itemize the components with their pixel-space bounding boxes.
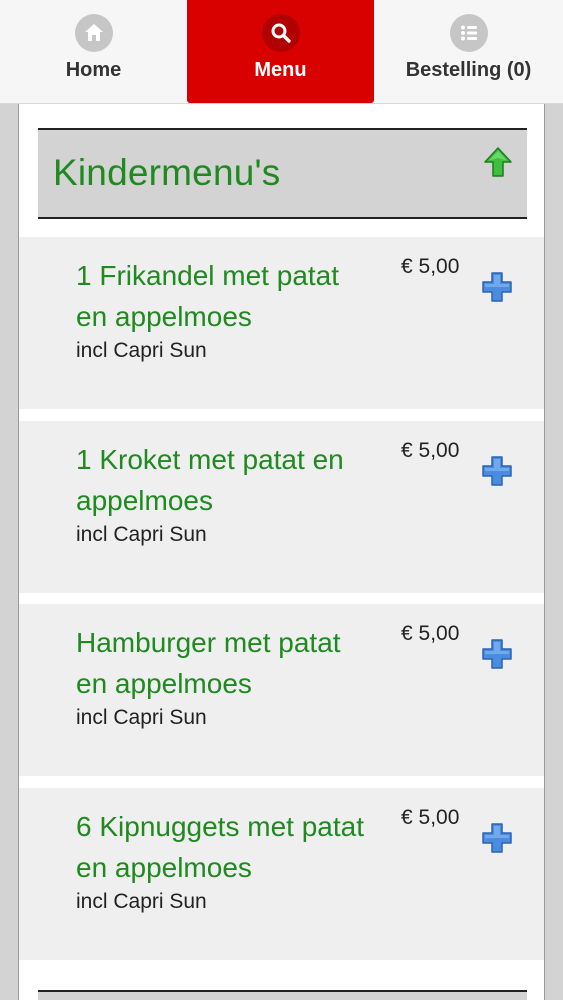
item-name: 1 Kroket met patat en appelmoes: [76, 444, 344, 516]
tab-menu[interactable]: Menu: [187, 0, 374, 103]
plus-icon[interactable]: [481, 822, 513, 859]
search-icon: [261, 14, 300, 52]
top-nav: Home Menu Bestelling (0): [0, 0, 563, 104]
list-item[interactable]: 1 Kroket met patat en appelmoes incl Cap…: [19, 421, 544, 593]
item-description: incl Capri Sun: [76, 890, 207, 913]
section-header: Kindermenu's: [38, 128, 527, 219]
item-price: € 5,00: [401, 439, 460, 462]
tab-bestelling-label: Bestelling (0): [405, 59, 532, 81]
item-description: incl Capri Sun: [76, 339, 207, 362]
item-price: € 5,00: [401, 806, 460, 829]
list-item[interactable]: Hamburger met patat en appelmoes incl Ca…: [19, 604, 544, 776]
home-icon: [74, 14, 113, 52]
item-name: 6 Kipnuggets met patat en appelmoes: [76, 811, 364, 883]
plus-icon[interactable]: [481, 455, 513, 492]
list-item[interactable]: 1 Frikandel met patat en appelmoes incl …: [19, 237, 544, 409]
tab-menu-label: Menu: [254, 59, 307, 81]
item-price: € 5,00: [401, 255, 460, 278]
tab-bestelling[interactable]: Bestelling (0): [374, 0, 563, 103]
plus-icon[interactable]: [481, 271, 513, 308]
section-title: Kindermenu's: [53, 152, 281, 193]
arrow-up-icon[interactable]: [483, 146, 513, 183]
plus-icon[interactable]: [481, 638, 513, 675]
list-icon: [449, 14, 488, 52]
tab-home-label: Home: [65, 59, 122, 81]
item-name: Hamburger met patat en appelmoes: [76, 627, 341, 699]
tab-home[interactable]: Home: [0, 0, 187, 103]
list-item[interactable]: 6 Kipnuggets met patat en appelmoes incl…: [19, 788, 544, 960]
item-name: 1 Frikandel met patat en appelmoes: [76, 260, 340, 332]
item-description: incl Capri Sun: [76, 706, 207, 729]
content-panel: Kindermenu's 1 Frikandel met patat en ap…: [18, 104, 545, 1000]
item-description: incl Capri Sun: [76, 523, 207, 546]
item-price: € 5,00: [401, 622, 460, 645]
next-section-header: [38, 990, 527, 1000]
